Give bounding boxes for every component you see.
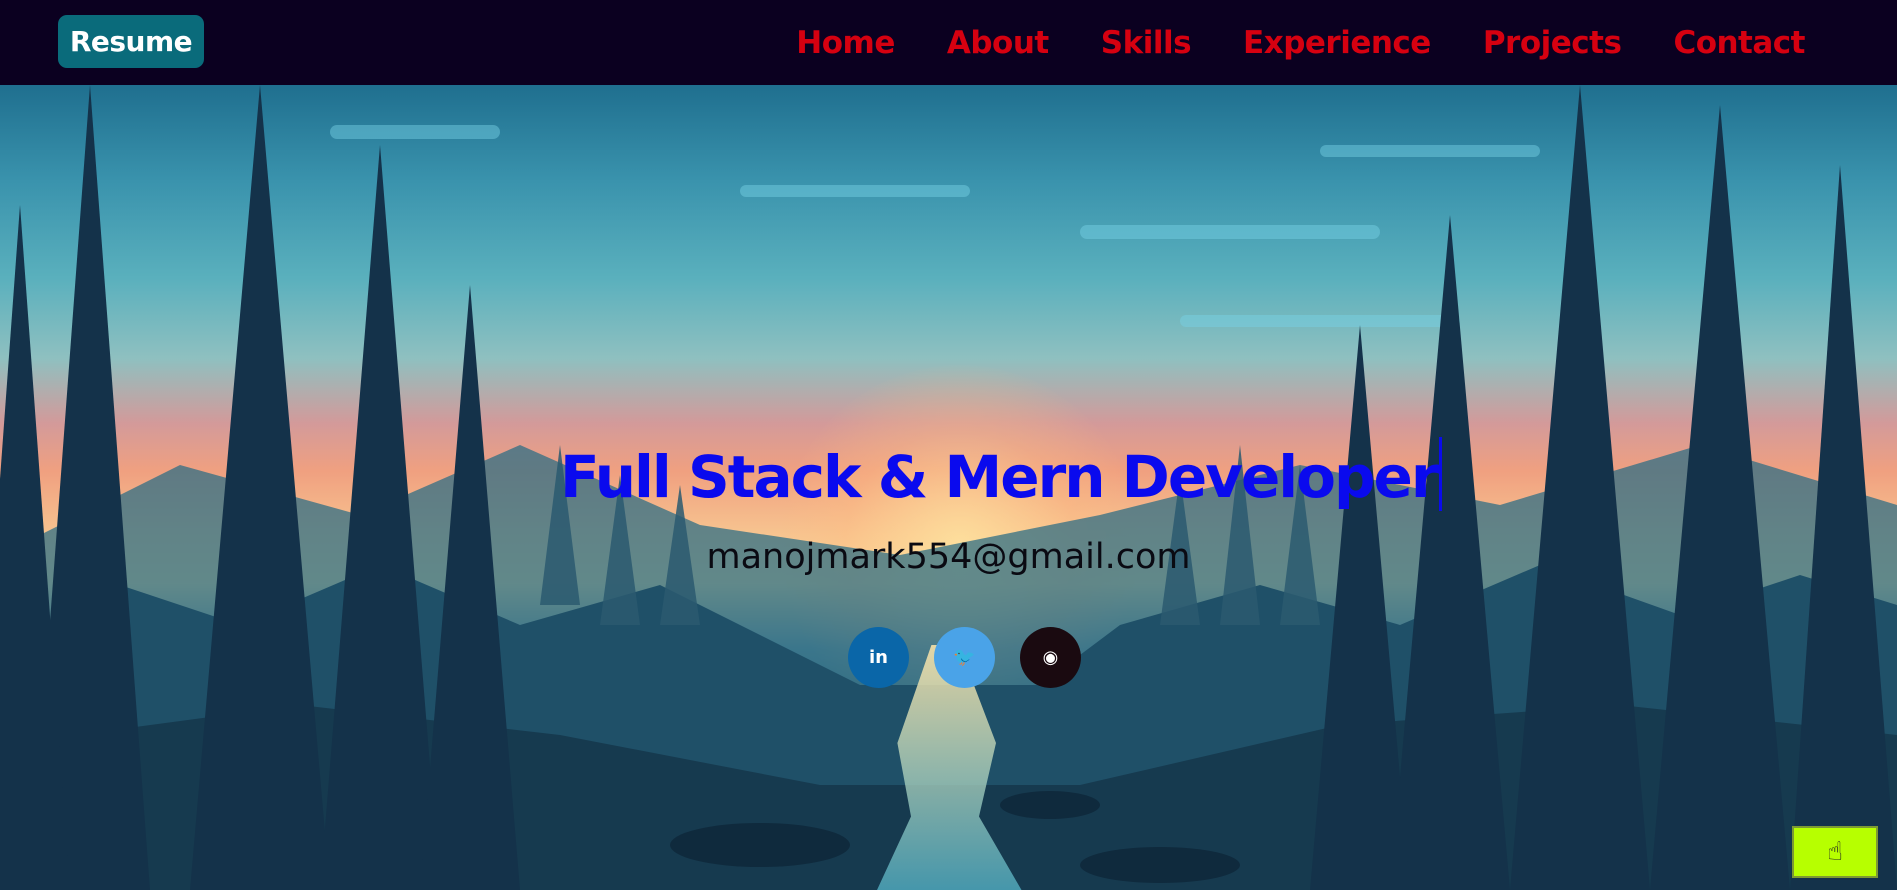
nav-link-home[interactable]: Home [796, 25, 895, 61]
resume-button[interactable]: Resume [58, 15, 204, 68]
social-links: in 🐦 ◉ [848, 627, 1081, 688]
github-icon[interactable]: ◉ [1020, 627, 1081, 688]
twitter-icon[interactable]: 🐦 [934, 627, 995, 688]
hero-headline: Full Stack & Mern Developer [560, 437, 1443, 511]
headline-text: Full Stack & Mern Developer [560, 443, 1439, 511]
nav-link-experience[interactable]: Experience [1243, 25, 1431, 61]
typing-caret [1439, 437, 1443, 511]
nav-links: Home About Skills Experience Projects Co… [796, 0, 1805, 85]
nav-link-skills[interactable]: Skills [1101, 25, 1192, 61]
pointing-hand-icon[interactable]: ☝ [1792, 826, 1878, 878]
nav-link-about[interactable]: About [947, 25, 1049, 61]
contact-email: manojmark554@gmail.com [706, 537, 1191, 577]
hero-section: Full Stack & Mern Developer manojmark554… [0, 85, 1897, 890]
nav-link-contact[interactable]: Contact [1673, 25, 1805, 61]
linkedin-icon[interactable]: in [848, 627, 909, 688]
nav-link-projects[interactable]: Projects [1483, 25, 1622, 61]
top-navbar: Resume Home About Skills Experience Proj… [0, 0, 1897, 85]
